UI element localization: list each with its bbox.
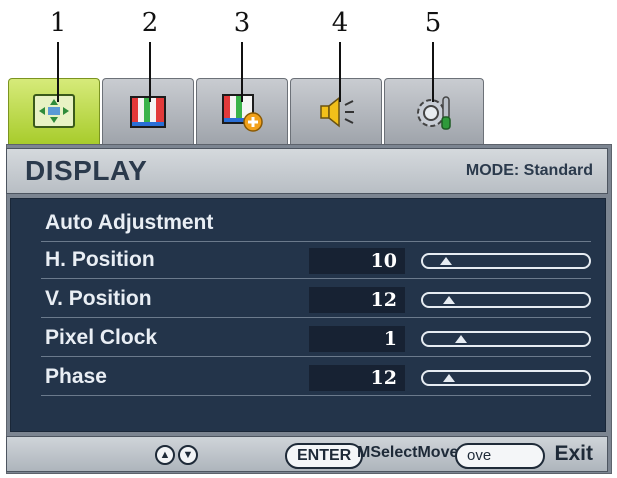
picture-icon [130,95,166,128]
slider-thumb[interactable] [440,257,452,265]
callout-line-3 [241,42,243,102]
callout-number-2: 2 [141,8,159,38]
slider-thumb[interactable] [455,335,467,343]
callout-line-1 [57,42,59,102]
slider-thumb[interactable] [443,374,455,382]
v-position-slider[interactable] [421,292,591,308]
footer-key-legend: MSelectMove [357,444,459,461]
menu-item-label: Pixel Clock [45,326,158,349]
menu-item-pixel-clock[interactable]: Pixel Clock 1 [41,322,591,357]
callout-number-1: 1 [49,8,67,38]
menu-item-label: V. Position [45,287,152,310]
exit-label: Exit [554,442,593,465]
h-position-slider[interactable] [421,253,591,269]
menu-item-auto-adjustment[interactable]: Auto Adjustment [41,207,591,242]
menu-button[interactable]: ove [455,443,545,469]
menu-item-h-position[interactable]: H. Position 10 [41,244,591,279]
mode-indicator: MODE: Standard [465,162,593,179]
callout-line-5 [432,42,434,102]
display-icon [33,93,75,128]
tab-audio[interactable] [290,78,382,144]
callout-number-4: 4 [331,8,349,38]
phase-slider[interactable] [421,370,591,386]
value-display: 12 [309,287,405,313]
pixel-clock-slider[interactable] [421,331,591,347]
value-display: 1 [309,326,405,352]
value-display: 12 [309,365,405,391]
callout-number-3: 3 [233,8,251,38]
value-display: 10 [309,248,405,274]
menu-item-phase[interactable]: Phase 12 [41,361,591,396]
down-arrow-icon[interactable]: ▼ [178,445,198,465]
callout-number-5: 5 [424,8,442,38]
menu-item-label: Phase [45,365,107,388]
slider-track [421,331,591,347]
menu-item-label: Auto Adjustment [45,211,214,234]
tab-display[interactable] [8,78,100,144]
audio-icon [320,95,354,128]
menu-item-label: H. Position [45,248,155,271]
tab-picture[interactable] [102,78,194,144]
menu-item-v-position[interactable]: V. Position 12 [41,283,591,318]
page-title: DISPLAY [25,155,148,186]
up-arrow-icon[interactable]: ▲ [155,445,175,465]
osd-footer: ▲ ▼ ENTER MSelectMove ove Exit [6,436,608,472]
system-icon [417,95,451,130]
osd-header: DISPLAY MODE: Standard [6,148,608,194]
callout-line-2 [149,42,151,102]
slider-thumb[interactable] [443,296,455,304]
enter-button[interactable]: ENTER [285,443,364,469]
callout-line-4 [339,42,341,102]
tab-system[interactable] [384,78,484,144]
menu-panel: Auto Adjustment H. Position 10 V. Positi… [10,198,606,432]
